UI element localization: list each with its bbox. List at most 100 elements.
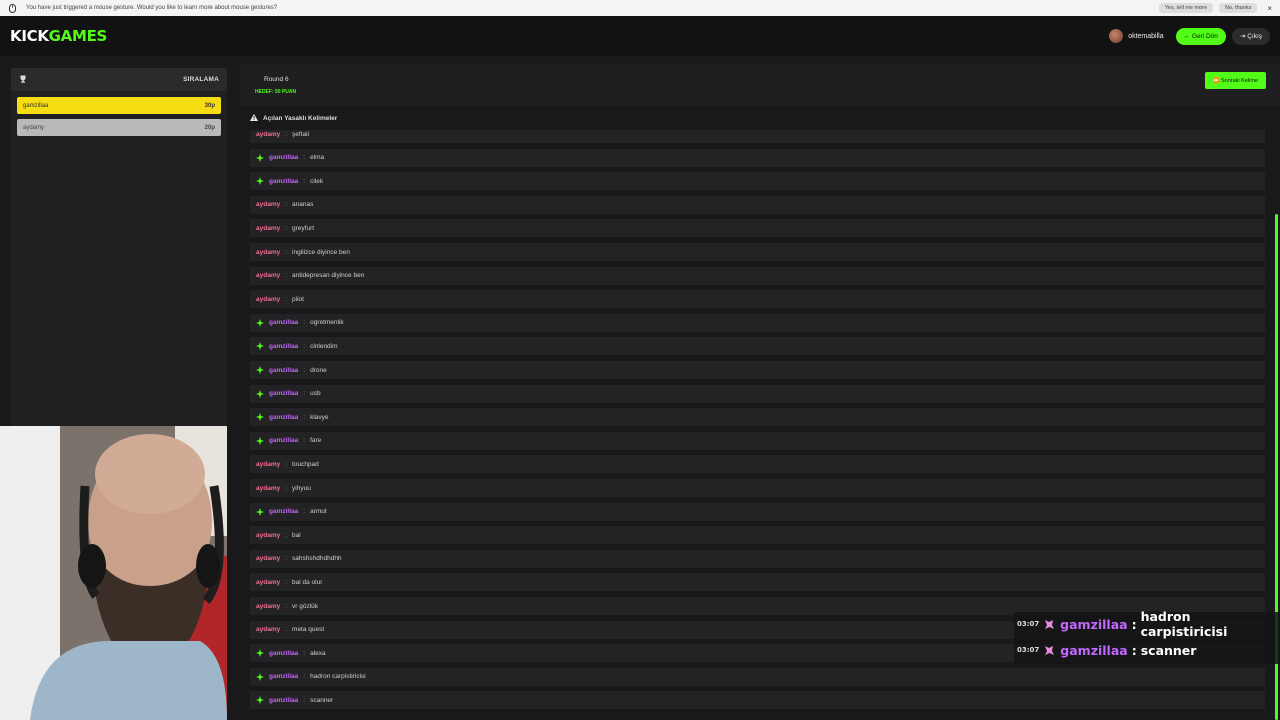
list-item: aydamy: ananas bbox=[250, 195, 1265, 214]
message-word: touchpad bbox=[292, 460, 319, 468]
message-word: yihyuu bbox=[292, 484, 311, 492]
message-separator: : bbox=[285, 130, 288, 138]
message-separator: : bbox=[285, 272, 288, 280]
message-word: elma bbox=[310, 154, 325, 162]
message-word: armut bbox=[310, 508, 327, 516]
message-word: şeftali bbox=[292, 130, 310, 138]
message-user: gamzillaa bbox=[269, 342, 299, 350]
next-word-button[interactable]: ⏩ Sonraki Kelime bbox=[1204, 72, 1266, 89]
message-word: pilot bbox=[292, 295, 304, 303]
list-item: aydamy: antidepresan diyince ben bbox=[250, 266, 1265, 285]
chat-user: gamzillaa bbox=[1060, 642, 1128, 658]
list-item: aydamy: şeftali bbox=[250, 130, 1265, 143]
chat-overlay-row: 03:07 gamzillaa : hadron carpistiricisi bbox=[1014, 609, 1280, 639]
chat-text: scanner bbox=[1140, 642, 1197, 658]
player-name: gamzillaa bbox=[23, 102, 49, 109]
message-word: drone bbox=[310, 366, 327, 374]
message-word: usb bbox=[310, 390, 321, 398]
message-user: aydamy bbox=[256, 224, 281, 232]
correct-guess-icon bbox=[256, 389, 264, 398]
no-thanks-button[interactable]: No, thanks bbox=[1219, 3, 1258, 13]
logo[interactable]: KICKGAMES bbox=[10, 27, 107, 45]
trophy-icon bbox=[19, 75, 27, 85]
username[interactable]: oktemabilla bbox=[1128, 33, 1163, 40]
list-item: aydamy: sahshshdhdhdhh bbox=[250, 549, 1265, 568]
message-word: meta quest bbox=[292, 626, 325, 634]
list-item: gamzillaa: cilek bbox=[250, 172, 1265, 191]
message-separator: : bbox=[303, 366, 306, 374]
message-word: sahshshdhdhdhh bbox=[292, 555, 342, 563]
correct-guess-icon bbox=[256, 696, 264, 705]
message-word: antidepresan diyince ben bbox=[292, 272, 365, 280]
correct-guess-icon bbox=[256, 177, 264, 186]
list-item: gamzillaa: elma bbox=[250, 148, 1265, 167]
message-user: gamzillaa bbox=[269, 696, 299, 704]
message-separator: : bbox=[303, 319, 306, 327]
message-user: aydamy bbox=[256, 531, 281, 539]
back-button[interactable]: ← Geri Dön bbox=[1175, 27, 1226, 45]
message-separator: : bbox=[285, 531, 288, 539]
message-word: ogretmenlik bbox=[310, 319, 344, 327]
message-separator: : bbox=[303, 154, 306, 162]
banned-words-header: Açılan Yasaklı Kelimeler bbox=[240, 106, 1280, 130]
yes-tell-me-more-button[interactable]: Yes, tell me more bbox=[1158, 3, 1214, 13]
logo-kick: KICK bbox=[10, 27, 49, 45]
top-header: KICKGAMES oktemabilla ← Geri Dön ⇥ Çıkış bbox=[0, 16, 1280, 56]
chat-overlay: 03:07 gamzillaa : hadron carpistiricisi … bbox=[1014, 609, 1280, 664]
message-user: gamzillaa bbox=[269, 649, 299, 657]
correct-guess-icon bbox=[256, 342, 264, 351]
message-user: aydamy bbox=[256, 602, 281, 610]
chat-overlay-row: 03:07 gamzillaa : scanner bbox=[1014, 638, 1280, 662]
message-separator: : bbox=[303, 696, 306, 704]
exit-button[interactable]: ⇥ Çıkış bbox=[1231, 27, 1270, 45]
message-user: gamzillaa bbox=[269, 319, 299, 327]
message-user: gamzillaa bbox=[269, 413, 299, 421]
correct-guess-icon bbox=[256, 507, 264, 516]
correct-guess-icon bbox=[256, 649, 264, 658]
avatar[interactable] bbox=[1109, 29, 1124, 43]
message-word: vr gözlük bbox=[292, 602, 319, 610]
chat-separator: : bbox=[1131, 616, 1137, 632]
chat-user: gamzillaa bbox=[1060, 616, 1128, 632]
message-separator: : bbox=[285, 224, 288, 232]
chat-time: 03:07 bbox=[1017, 646, 1040, 654]
message-separator: : bbox=[285, 460, 288, 468]
player-points: 20p bbox=[204, 124, 215, 131]
message-user: gamzillaa bbox=[269, 154, 299, 162]
message-user: aydamy bbox=[256, 626, 281, 634]
list-item: gamzillaa: hadron carpistiricisi bbox=[250, 667, 1265, 686]
message-word: klavye bbox=[310, 413, 329, 421]
round-header: Round 6 HEDEF: 50 PUAN ⏩ Sonraki Kelime bbox=[240, 64, 1280, 106]
message-user: aydamy bbox=[256, 295, 281, 303]
message-user: aydamy bbox=[256, 201, 281, 209]
list-item: gamzillaa: fare bbox=[250, 431, 1265, 450]
list-item: aydamy: greyfurt bbox=[250, 219, 1265, 238]
message-user: gamzillaa bbox=[269, 366, 299, 374]
message-separator: : bbox=[285, 602, 288, 610]
message-separator: : bbox=[285, 578, 288, 586]
close-icon[interactable]: × bbox=[1267, 4, 1272, 13]
badge-icon bbox=[1043, 644, 1055, 656]
message-separator: : bbox=[303, 508, 306, 516]
list-item: gamzillaa: drone bbox=[250, 361, 1265, 379]
message-separator: : bbox=[285, 555, 288, 563]
list-item: aydamy: yihyuu bbox=[250, 479, 1265, 497]
message-user: aydamy bbox=[256, 578, 281, 586]
warning-icon bbox=[250, 113, 258, 123]
webcam-feed bbox=[0, 426, 227, 720]
list-item: gamzillaa: ogretmenlik bbox=[250, 313, 1265, 332]
list-item: aydamy: bal bbox=[250, 526, 1265, 545]
message-separator: : bbox=[303, 390, 306, 398]
leaderboard-header: SIRALAMA bbox=[11, 68, 227, 91]
message-word: bal bbox=[292, 531, 301, 539]
correct-guess-icon bbox=[256, 436, 264, 445]
list-item: gamzillaa: usb bbox=[250, 384, 1265, 403]
message-word: cilek bbox=[310, 177, 324, 185]
list-item: gamzillaa: klavye bbox=[250, 408, 1265, 427]
player-points: 30p bbox=[204, 102, 215, 109]
message-user: aydamy bbox=[256, 460, 281, 468]
list-item: gamzillaa: scanner bbox=[250, 691, 1265, 710]
leaderboard-row: gamzillaa 30p bbox=[17, 97, 221, 114]
correct-guess-icon bbox=[256, 153, 264, 162]
list-item: aydamy: pilot bbox=[250, 290, 1265, 309]
